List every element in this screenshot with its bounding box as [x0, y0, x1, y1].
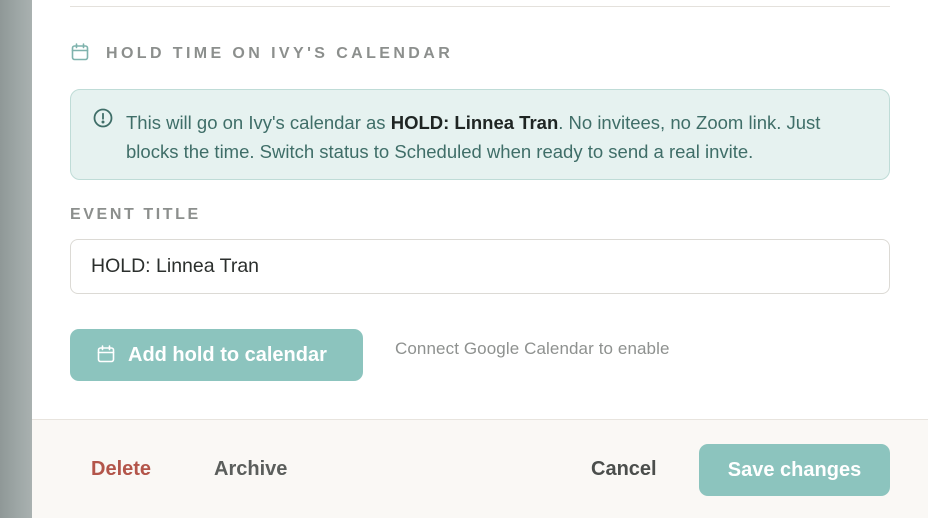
section-title: HOLD TIME ON IVY'S CALENDAR — [106, 45, 454, 62]
add-hold-label: Add hold to calendar — [128, 343, 327, 366]
event-title-label: EVENT TITLE — [70, 206, 201, 223]
calendar-icon — [96, 344, 116, 367]
info-circle-icon — [92, 107, 114, 129]
archive-button[interactable]: Archive — [214, 458, 287, 481]
info-notice: This will go on Ivy's calendar as HOLD: … — [70, 89, 890, 180]
add-hold-button[interactable]: Add hold to calendar — [70, 329, 363, 381]
save-changes-button[interactable]: Save changes — [699, 444, 890, 496]
info-message: This will go on Ivy's calendar as HOLD: … — [126, 108, 876, 166]
event-title-input[interactable] — [70, 239, 890, 294]
info-hold-title: HOLD: Linnea Tran — [390, 112, 559, 133]
delete-button[interactable]: Delete — [91, 458, 151, 481]
modal-backdrop — [0, 0, 32, 518]
section-divider — [70, 6, 890, 7]
info-message-prefix: This will go on Ivy's calendar as — [126, 112, 391, 133]
cancel-button[interactable]: Cancel — [591, 458, 657, 481]
section-header: HOLD TIME ON IVY'S CALENDAR — [70, 42, 454, 67]
modal-footer: Delete Archive Cancel Save changes — [32, 419, 928, 518]
calendar-connect-hint: Connect Google Calendar to enable — [395, 339, 670, 358]
edit-panel: HOLD TIME ON IVY'S CALENDAR This will go… — [32, 0, 928, 518]
calendar-icon — [70, 42, 90, 67]
